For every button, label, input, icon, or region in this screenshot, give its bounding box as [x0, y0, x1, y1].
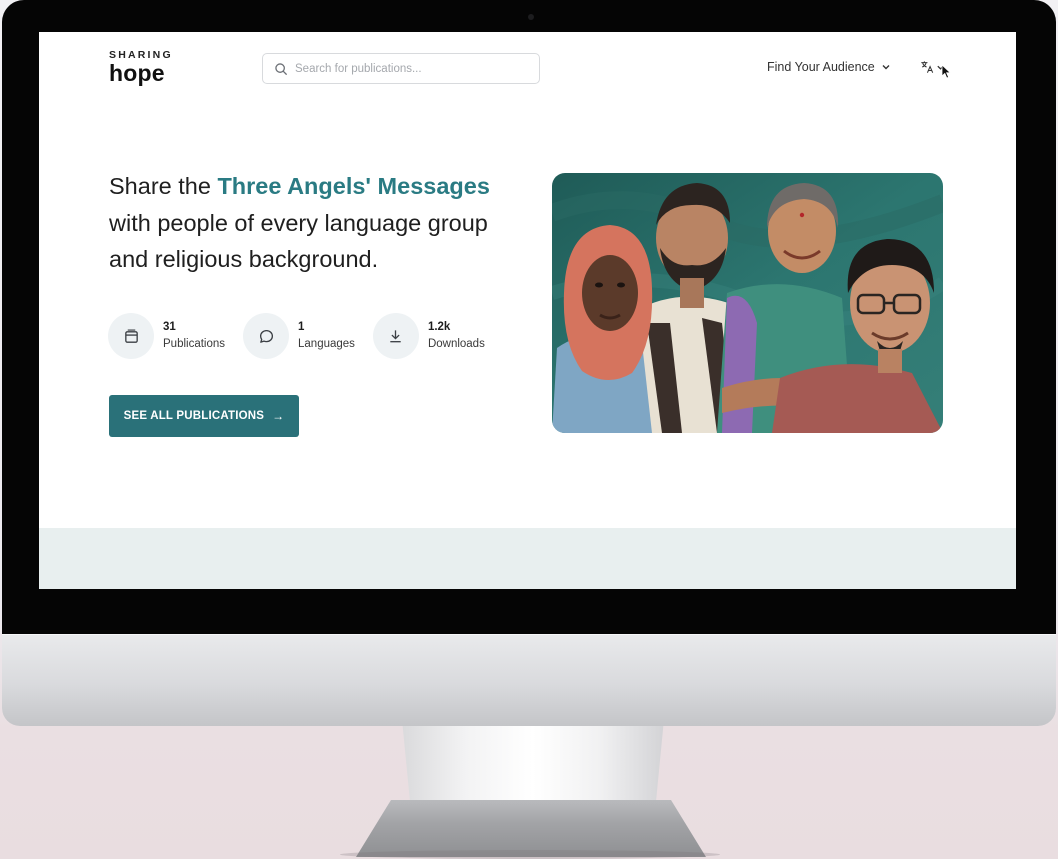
headline-post: with people of every language group and …: [109, 209, 488, 273]
stat-downloads: 1.2k Downloads: [372, 313, 485, 359]
cta-label: SEE ALL PUBLICATIONS: [123, 410, 265, 422]
next-section-band: [39, 528, 1016, 589]
logo-big-text: hope: [109, 59, 165, 86]
site-logo[interactable]: SHARING hope: [109, 50, 173, 85]
stat-label: Downloads: [427, 338, 485, 350]
mouse-cursor-icon: [941, 64, 952, 79]
search-input[interactable]: [295, 62, 525, 75]
stat-publications: 31 Publications: [108, 313, 225, 359]
logo-small-text: SHARING: [109, 49, 173, 61]
search-box[interactable]: [262, 53, 540, 84]
monitor-chin: [2, 634, 1056, 726]
find-your-audience-label: Find Your Audience: [767, 60, 875, 74]
website-screen: SHARING hope Find Your Audience Share th…: [39, 32, 1016, 589]
stats-row: 31 Publications 1 Languages 1.2k Downloa…: [108, 313, 503, 359]
hero-headline: Share the Three Angels' Messages with pe…: [109, 168, 529, 278]
hero-people-illustration: [552, 173, 943, 433]
see-all-publications-button[interactable]: SEE ALL PUBLICATIONS →: [109, 395, 299, 437]
search-icon: [275, 62, 287, 75]
chat-bubble-icon: [259, 329, 273, 343]
stat-value: 1.2k: [427, 320, 451, 333]
stand-shadow: [340, 850, 720, 859]
publications-icon: [124, 329, 138, 343]
stat-label: Publications: [163, 338, 226, 350]
chevron-down-icon: [882, 65, 890, 70]
stat-label: Languages: [298, 338, 355, 350]
arrow-right-icon: →: [272, 409, 285, 423]
stat-value: 31: [163, 320, 176, 333]
headline-accent: Three Angels' Messages: [217, 173, 490, 199]
camera-dot: [528, 14, 534, 20]
people-illustration: [552, 173, 943, 433]
headline-pre: Share the: [109, 173, 218, 199]
download-icon: [390, 329, 402, 342]
stat-value: 1: [298, 320, 305, 333]
stat-languages: 1 Languages: [243, 313, 355, 359]
monitor-stand-neck: [402, 726, 664, 808]
translate-icon: [921, 61, 934, 73]
find-your-audience-menu[interactable]: Find Your Audience: [767, 60, 891, 74]
